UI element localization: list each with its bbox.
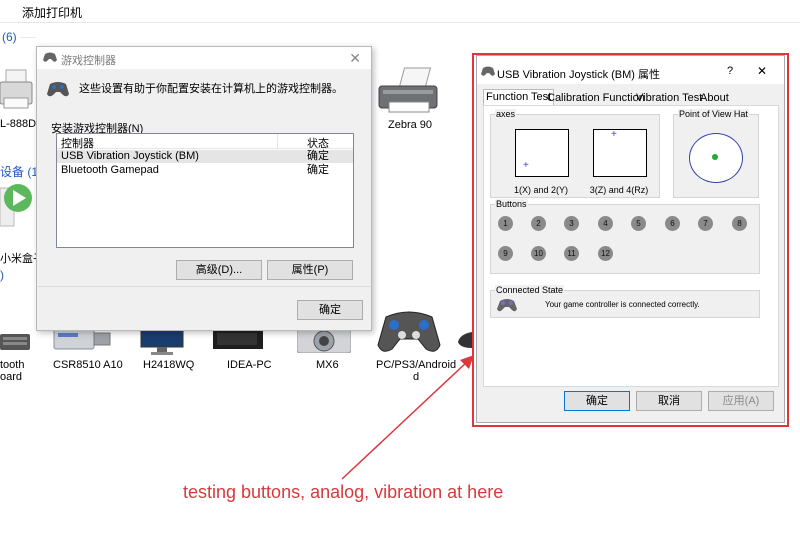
printer-icon[interactable]: [375, 66, 445, 116]
ok-button[interactable]: 确定: [297, 300, 363, 320]
dialog-divider: [37, 286, 371, 287]
controller-name: Bluetooth Gamepad: [61, 164, 159, 176]
device-label-keyboard: tooth oard: [0, 359, 24, 383]
printer-icon[interactable]: [0, 68, 34, 114]
printers-divider: [20, 37, 36, 38]
printer-right-label: Zebra 90: [388, 119, 433, 131]
controller-status: 确定: [307, 164, 329, 176]
printers-count: (6): [2, 30, 17, 44]
dialog-description: 这些设置有助于你配置安装在计算机上的游戏控制器。: [79, 83, 343, 95]
device-label-csr: CSR8510 A10: [53, 359, 123, 371]
controllers-list[interactable]: 控制器 状态 USB Vibration Joystick (BM) 确定 Bl…: [56, 133, 354, 248]
explorer-toolbar: 添加打印机: [0, 0, 800, 23]
game-controllers-dialog: 游戏控制器 ✕ 这些设置有助于你配置安装在计算机上的游戏控制器。 安装游戏控制器…: [36, 46, 372, 331]
list-header: 控制器 状态: [57, 134, 353, 151]
dialog-title: 游戏控制器: [61, 55, 116, 67]
other-count: ): [0, 268, 4, 282]
add-printer-button[interactable]: 添加打印机: [22, 4, 82, 21]
device-label-pc: IDEA-PC: [227, 359, 272, 371]
keyboard-label-line1: tooth: [0, 359, 25, 371]
gamepad-icon: [47, 80, 69, 101]
device-label-monitor: H2418WQ: [143, 359, 195, 371]
col-status-header[interactable]: 状态: [307, 135, 329, 151]
properties-button[interactable]: 属性(P): [267, 260, 353, 280]
highlight-frame: [472, 53, 789, 427]
keyboard-label-line2: oard: [0, 371, 23, 383]
column-divider: [277, 134, 278, 148]
printer-left-label: L-888D: [0, 118, 37, 130]
controller-name: USB Vibration Joystick (BM): [61, 150, 199, 162]
annotation-text: testing buttons, analog, vibration at he…: [183, 482, 504, 502]
list-item[interactable]: Bluetooth Gamepad 确定: [57, 164, 353, 177]
advanced-button[interactable]: 高级(D)...: [176, 260, 262, 280]
close-icon[interactable]: ✕: [349, 50, 361, 67]
dialog-titlebar: 游戏控制器 ✕: [37, 47, 371, 69]
gamepad-icon: [43, 51, 57, 66]
keyboard-icon[interactable]: [0, 326, 30, 354]
annotation-arrow: [341, 355, 474, 480]
media-box-icon[interactable]: [0, 182, 34, 228]
controller-status: 确定: [307, 150, 329, 162]
list-item[interactable]: USB Vibration Joystick (BM) 确定: [57, 150, 353, 163]
col-controller-header[interactable]: 控制器: [61, 135, 94, 151]
